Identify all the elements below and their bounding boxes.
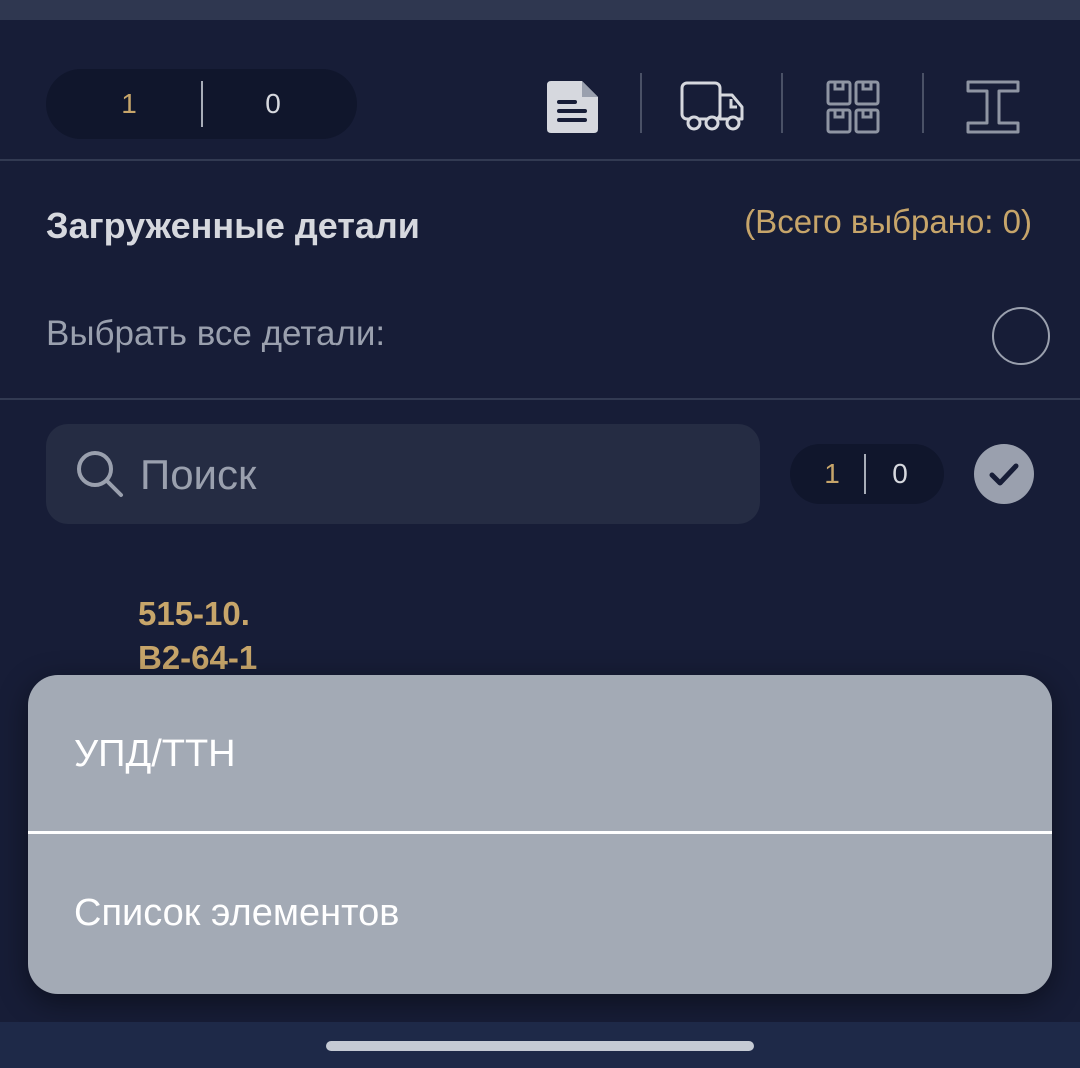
part-code[interactable]: 515-10. B2-64-1 bbox=[138, 592, 257, 680]
search-input[interactable] bbox=[138, 442, 742, 508]
toolbar: 1 0 bbox=[0, 20, 1080, 159]
grid-boxes-icon[interactable] bbox=[818, 72, 888, 142]
counter-right-value: 0 bbox=[265, 88, 281, 119]
checkmark-icon bbox=[989, 463, 1019, 486]
total-selected-label: (Всего выбрано: 0) bbox=[744, 203, 1032, 240]
toolbar-separator bbox=[640, 73, 642, 133]
document-icon[interactable] bbox=[538, 72, 608, 142]
section-divider bbox=[0, 398, 1080, 400]
part-code-line1: 515-10. bbox=[138, 595, 250, 632]
search-counter-pill[interactable]: 1 0 bbox=[790, 444, 944, 504]
search-icon bbox=[77, 451, 123, 497]
action-sheet: УПД/ТТН Список элементов bbox=[28, 675, 1052, 994]
search-box[interactable] bbox=[46, 424, 760, 524]
toolbar-separator bbox=[781, 73, 783, 133]
search-counter-separator bbox=[864, 454, 866, 494]
action-sheet-item-label: Список элементов bbox=[74, 892, 400, 934]
home-indicator[interactable] bbox=[326, 1041, 754, 1051]
counter-separator bbox=[201, 81, 203, 127]
action-sheet-item-label: УПД/ТТН bbox=[74, 733, 236, 775]
toolbar-divider bbox=[0, 159, 1080, 161]
select-all-radio[interactable] bbox=[992, 307, 1050, 365]
search-counter-left: 1 bbox=[824, 458, 840, 489]
toolbar-separator bbox=[922, 73, 924, 133]
confirm-check-button[interactable] bbox=[974, 444, 1034, 504]
select-all-label: Выбрать все детали: bbox=[46, 314, 386, 353]
search-counter-right: 0 bbox=[892, 458, 908, 489]
counter-left-value: 1 bbox=[121, 88, 137, 119]
counter-pill[interactable]: 1 0 bbox=[46, 69, 357, 139]
status-bar-strip bbox=[0, 0, 1080, 20]
section-title: Загруженные детали bbox=[46, 205, 420, 246]
action-sheet-item-element-list[interactable]: Список элементов bbox=[28, 834, 1052, 992]
action-sheet-item-upd-ttn[interactable]: УПД/ТТН bbox=[28, 675, 1052, 833]
part-code-line2: B2-64-1 bbox=[138, 639, 258, 676]
truck-icon[interactable] bbox=[677, 72, 747, 142]
i-beam-icon[interactable] bbox=[958, 72, 1028, 142]
